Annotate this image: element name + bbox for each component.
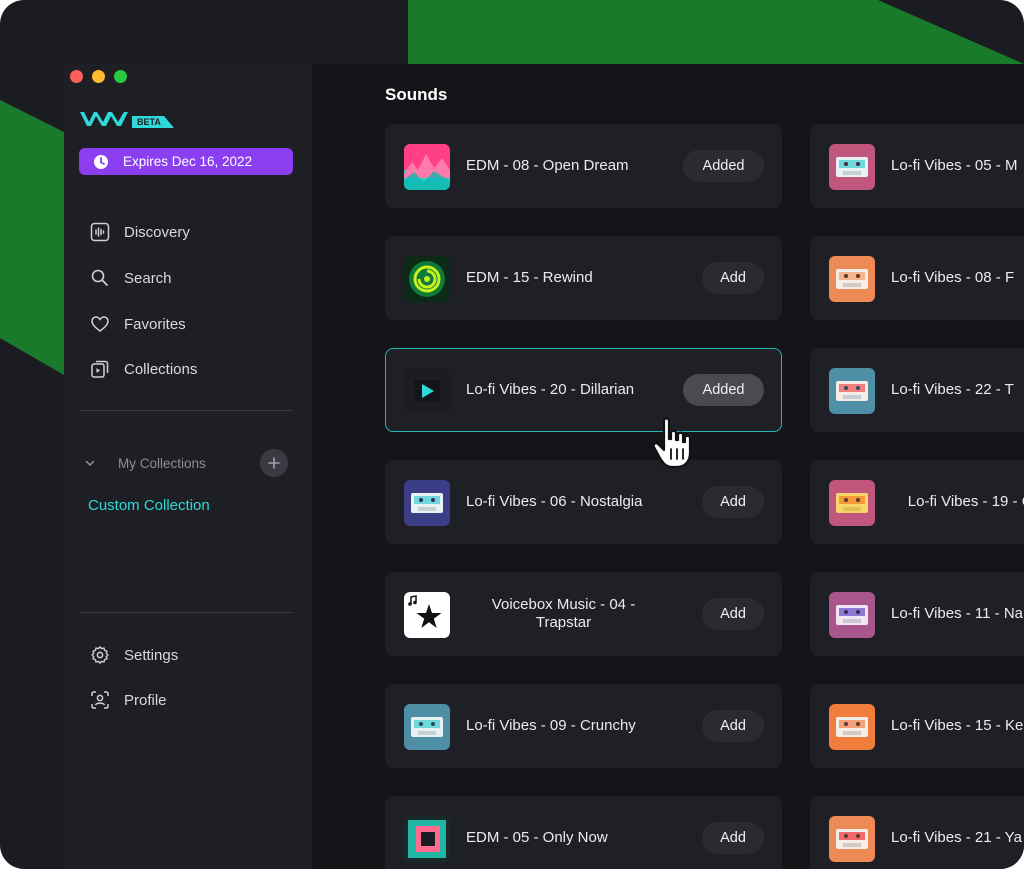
sidebar-item-settings[interactable]: Settings [90,640,290,670]
play-art [404,368,450,414]
window-zoom-button[interactable] [114,70,127,83]
profile-icon [91,691,109,709]
sound-card[interactable]: Voicebox Music - 04 - Trapstar Add [385,572,782,656]
sidebar-item-label: Collections [124,360,198,378]
background-shape-top [408,0,1024,64]
gear-icon [91,646,109,664]
beta-badge: BETA [137,117,161,127]
cassette-art [404,704,450,750]
cassette-art [829,816,875,862]
sound-card[interactable]: Lo-fi Vibes - 19 - Click [810,460,1024,544]
expiry-text: Expires Dec 16, 2022 [123,154,253,169]
search-icon [91,269,108,286]
sound-card[interactable]: Lo-fi Vibes - 11 - Na [810,572,1024,656]
sound-card[interactable]: Lo-fi Vibes - 15 - Ke [810,684,1024,768]
sound-title: Lo-fi Vibes - 05 - M [891,157,1018,174]
sound-card[interactable]: EDM - 08 - Open Dream Added [385,124,782,208]
sidebar-item-custom-collection[interactable]: Custom Collection [88,497,210,514]
sidebar-item-discovery[interactable]: Discovery [90,217,290,247]
sound-title: EDM - 15 - Rewind [466,269,593,286]
window-close-button[interactable] [70,70,83,83]
sound-card[interactable]: EDM - 15 - Rewind Add [385,236,782,320]
chevron-down-icon [85,460,95,467]
sound-title: Lo-fi Vibes - 20 - Dillarian [466,381,635,398]
sound-card[interactable]: Lo-fi Vibes - 22 - T [810,348,1024,432]
sidebar-item-favorites[interactable]: Favorites [90,309,290,339]
sound-card[interactable]: EDM - 05 - Only Now Add [385,796,782,869]
cassette-art [829,704,875,750]
sound-title: Lo-fi Vibes - 11 - Na [891,605,1024,622]
sound-card-hovered[interactable]: Lo-fi Vibes - 20 - Dillarian Added [385,348,782,432]
add-button[interactable]: Add [702,822,764,854]
sidebar-item-search[interactable]: Search [90,263,290,293]
pink-wave-art [404,144,450,190]
cassette-art [829,592,875,638]
plus-icon [268,457,280,469]
sound-title: Lo-fi Vibes - 15 - Ke [891,717,1024,734]
sidebar-item-collections[interactable]: Collections [90,354,290,384]
sidebar-divider [79,612,293,613]
added-button[interactable]: Added [683,374,764,406]
collections-icon [91,360,109,378]
cassette-art [829,144,875,190]
heart-icon [91,316,109,332]
cassette-art [829,368,875,414]
app-logo: BETA [80,112,174,128]
app-window: BETA Expires Dec 16, 2022 Discovery Sear… [64,64,1024,869]
expiry-banner[interactable]: Expires Dec 16, 2022 [79,148,293,175]
sound-title: Lo-fi Vibes - 06 - Nostalgia [466,493,643,510]
cassette-art [829,256,875,302]
add-button[interactable]: Add [702,262,764,294]
window-controls [70,70,127,83]
sound-card[interactable]: Lo-fi Vibes - 08 - F [810,236,1024,320]
sound-title: EDM - 08 - Open Dream [466,157,629,174]
star-art [404,592,450,638]
sound-title: Lo-fi Vibes - 19 - Click [907,493,1024,510]
sidebar-item-label: Search [124,269,172,287]
my-collections-label: My Collections [118,455,206,471]
sound-card[interactable]: Lo-fi Vibes - 09 - Crunchy Add [385,684,782,768]
sound-title: Lo-fi Vibes - 22 - T [891,381,1014,398]
sidebar-item-label: Favorites [124,315,186,333]
page-title: Sounds [385,85,448,104]
clock-icon [94,154,108,169]
sound-title: Lo-fi Vibes - 21 - Ya [891,829,1022,846]
sidebar-item-label: Discovery [124,223,190,241]
sidebar-item-profile[interactable]: Profile [90,685,290,715]
cassette-art [404,480,450,526]
window-minimize-button[interactable] [92,70,105,83]
sidebar: BETA Expires Dec 16, 2022 Discovery Sear… [64,64,312,869]
sound-title: Lo-fi Vibes - 08 - F [891,269,1015,286]
add-button[interactable]: Add [702,710,764,742]
sidebar-item-label: Settings [124,646,179,664]
sound-card[interactable]: Lo-fi Vibes - 05 - M [810,124,1024,208]
teal-pink-art [404,816,450,862]
stage: BETA Expires Dec 16, 2022 Discovery Sear… [0,0,1024,869]
cassette-art [829,480,875,526]
waveform-icon [90,222,110,242]
hand-cursor-icon [652,417,692,469]
sidebar-item-label: Profile [124,691,167,709]
sound-card[interactable]: Lo-fi Vibes - 06 - Nostalgia Add [385,460,782,544]
sound-card[interactable]: Lo-fi Vibes - 21 - Ya [810,796,1024,869]
green-swirl-art [404,256,450,302]
add-button[interactable]: Add [702,598,764,630]
sound-title: Voicebox Music - 04 - Trapstar [491,596,636,631]
added-button[interactable]: Added [683,150,764,182]
add-button[interactable]: Add [702,486,764,518]
sound-title: Lo-fi Vibes - 09 - Crunchy [466,717,636,734]
sidebar-divider [79,410,293,411]
background-shape-left [0,100,64,375]
add-collection-button[interactable] [260,449,288,477]
sound-title: EDM - 05 - Only Now [466,829,608,846]
